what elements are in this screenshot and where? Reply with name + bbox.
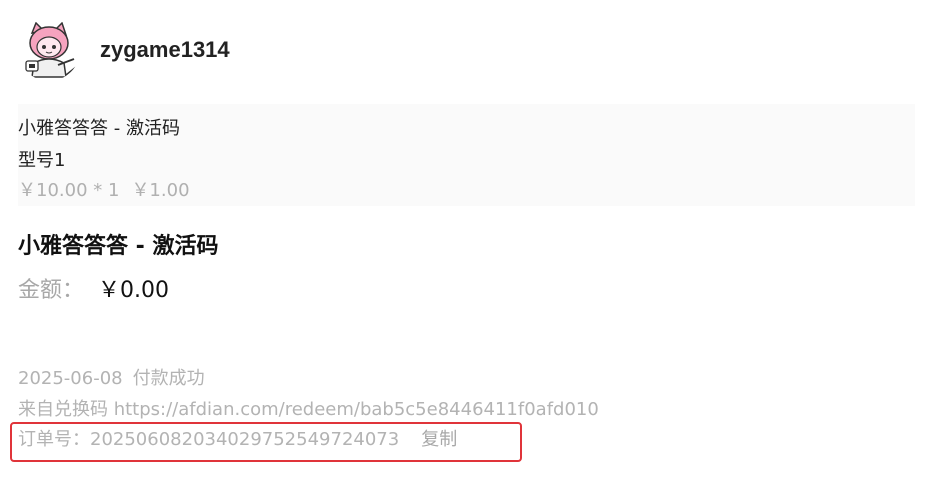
order-number-row: 订单号：202506082034029752549724073 复制	[18, 427, 457, 453]
item-unit-price: ￥10.00 * 1	[18, 180, 120, 201]
copy-order-number-button[interactable]: 复制	[421, 429, 457, 450]
order-header: zygame1314	[18, 18, 230, 82]
username[interactable]: zygame1314	[100, 37, 230, 63]
item-price-line: ￥10.00 * 1 ￥1.00	[18, 178, 915, 204]
item-subtotal: ￥1.00	[131, 180, 190, 201]
item-variant: 型号1	[18, 150, 66, 171]
amount-value: ￥0.00	[98, 278, 170, 303]
order-title: 小雅答答答 - 激活码	[18, 234, 219, 259]
payment-status: 付款成功	[132, 368, 205, 389]
avatar[interactable]	[18, 19, 80, 81]
item-card: 小雅答答答 - 激活码 型号1 ￥10.00 * 1 ￥1.00	[18, 104, 915, 206]
item-name: 小雅答答答 - 激活码	[18, 118, 180, 139]
redeem-source: 来自兑换码 https://afdian.com/redeem/bab5c5e8…	[18, 399, 599, 420]
order-number: 202506082034029752549724073	[90, 429, 400, 450]
order-date-status: 2025-06-08 付款成功	[18, 366, 205, 392]
order-number-label: 订单号：	[18, 429, 90, 450]
avatar-image	[18, 19, 80, 81]
order-amount: 金额： ￥0.00	[18, 274, 169, 308]
amount-label: 金额：	[18, 278, 85, 303]
order-date: 2025-06-08	[18, 368, 123, 389]
